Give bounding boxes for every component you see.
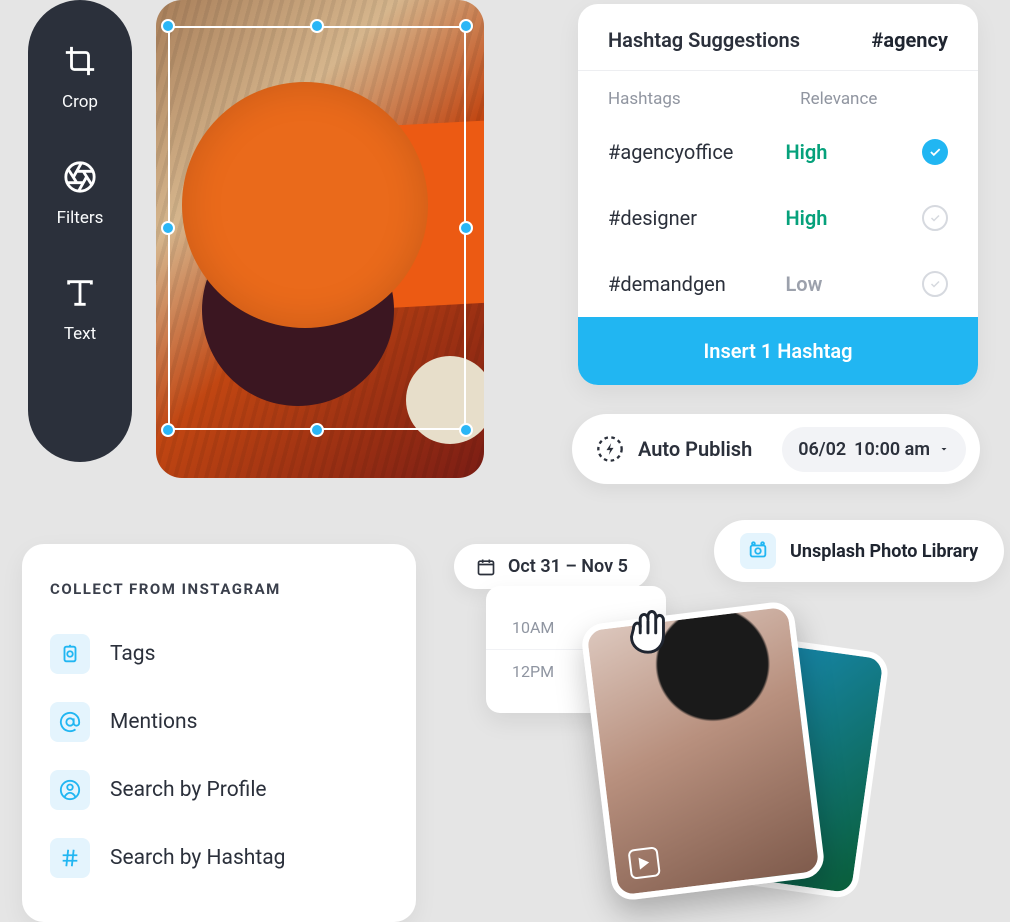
calendar-icon [476, 557, 496, 577]
unsplash-library-button[interactable]: Unsplash Photo Library [714, 520, 1004, 582]
collect-mentions[interactable]: Mentions [50, 688, 388, 756]
text-label: Text [64, 324, 96, 344]
collect-instagram-card: Collect from Instagram Tags Mentions Sea… [22, 544, 416, 922]
collect-profile[interactable]: Search by Profile [50, 756, 388, 824]
crop-handle-bl[interactable] [161, 423, 175, 437]
hashtag-col-name: Hashtags [608, 89, 800, 109]
hashtag-row[interactable]: #demandgen Low [578, 251, 978, 317]
chevron-down-icon [938, 443, 950, 455]
filters-label: Filters [57, 208, 104, 228]
text-tool[interactable]: Text [63, 276, 97, 344]
crop-tool[interactable]: Crop [62, 44, 98, 112]
filters-tool[interactable]: Filters [57, 160, 104, 228]
check-icon[interactable] [922, 205, 948, 231]
publish-datetime-select[interactable]: 06/02 10:00 am [782, 427, 966, 472]
crop-handle-ml[interactable] [161, 221, 175, 235]
text-icon [63, 276, 97, 310]
crop-rectangle[interactable] [168, 26, 466, 430]
date-range-label: Oct 31 – Nov 5 [508, 556, 628, 577]
play-icon [627, 846, 660, 879]
check-icon[interactable] [922, 271, 948, 297]
crop-label: Crop [62, 92, 98, 112]
auto-publish-label: Auto Publish [638, 437, 782, 461]
collect-heading: Collect from Instagram [50, 580, 388, 598]
crop-icon [63, 44, 97, 78]
auto-publish-pill: Auto Publish 06/02 10:00 am [572, 414, 980, 484]
hashtag-col-relevance: Relevance [800, 89, 948, 109]
insert-hashtag-button[interactable]: Insert 1 Hashtag [578, 317, 978, 385]
tag-icon [50, 634, 90, 674]
hashtag-row[interactable]: #designer High [578, 185, 978, 251]
aperture-icon [63, 160, 97, 194]
hashtag-card-title: Hashtag Suggestions [608, 28, 800, 52]
hashtag-row[interactable]: #agencyoffice High [578, 119, 978, 185]
crop-handle-tr[interactable] [459, 19, 473, 33]
hashtag-icon [50, 838, 90, 878]
collect-tags[interactable]: Tags [50, 620, 388, 688]
editor-toolbar: Crop Filters Text [28, 0, 132, 462]
check-icon[interactable] [922, 139, 948, 165]
crop-handle-tm[interactable] [310, 19, 324, 33]
photo-library-icon [740, 533, 776, 569]
at-icon [50, 702, 90, 742]
collect-hashtag[interactable]: Search by Hashtag [50, 824, 388, 892]
unsplash-label: Unsplash Photo Library [790, 541, 978, 562]
hashtag-suggestions-card: Hashtag Suggestions #agency Hashtags Rel… [578, 4, 978, 385]
grab-cursor-icon [616, 596, 678, 658]
date-range-pill[interactable]: Oct 31 – Nov 5 [454, 544, 650, 589]
lightning-icon [596, 435, 624, 463]
hashtag-current-tag: #agency [872, 28, 948, 52]
profile-icon [50, 770, 90, 810]
crop-handle-br[interactable] [459, 423, 473, 437]
crop-handle-bm[interactable] [310, 423, 324, 437]
crop-handle-tl[interactable] [161, 19, 175, 33]
crop-handle-mr[interactable] [459, 221, 473, 235]
